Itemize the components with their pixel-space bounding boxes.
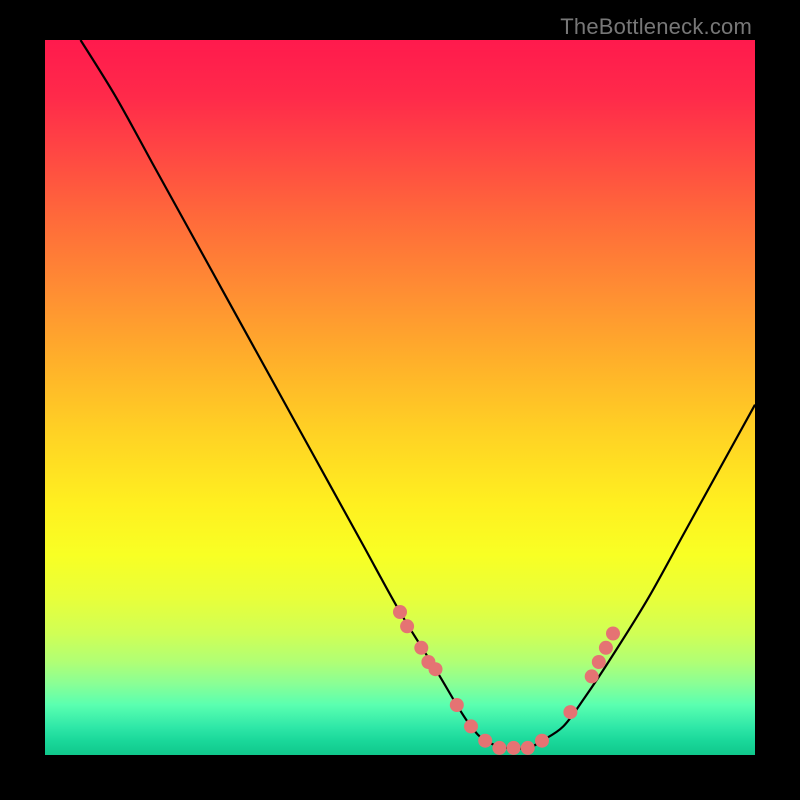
data-dot bbox=[393, 605, 407, 619]
data-dot bbox=[414, 641, 428, 655]
data-dot bbox=[400, 619, 414, 633]
data-dot bbox=[585, 669, 599, 683]
data-dot bbox=[478, 734, 492, 748]
data-dot bbox=[429, 662, 443, 676]
data-dot bbox=[450, 698, 464, 712]
curve-svg bbox=[45, 40, 755, 755]
data-dot bbox=[521, 741, 535, 755]
data-dot bbox=[492, 741, 506, 755]
data-dot bbox=[592, 655, 606, 669]
data-dot bbox=[599, 641, 613, 655]
data-dot bbox=[535, 734, 549, 748]
data-dot bbox=[507, 741, 521, 755]
plot-area bbox=[45, 40, 755, 755]
chart-container: TheBottleneck.com bbox=[0, 0, 800, 800]
watermark-text: TheBottleneck.com bbox=[560, 14, 752, 40]
data-dot bbox=[563, 705, 577, 719]
data-dot bbox=[464, 719, 478, 733]
data-dots bbox=[393, 605, 620, 755]
data-dot bbox=[606, 627, 620, 641]
